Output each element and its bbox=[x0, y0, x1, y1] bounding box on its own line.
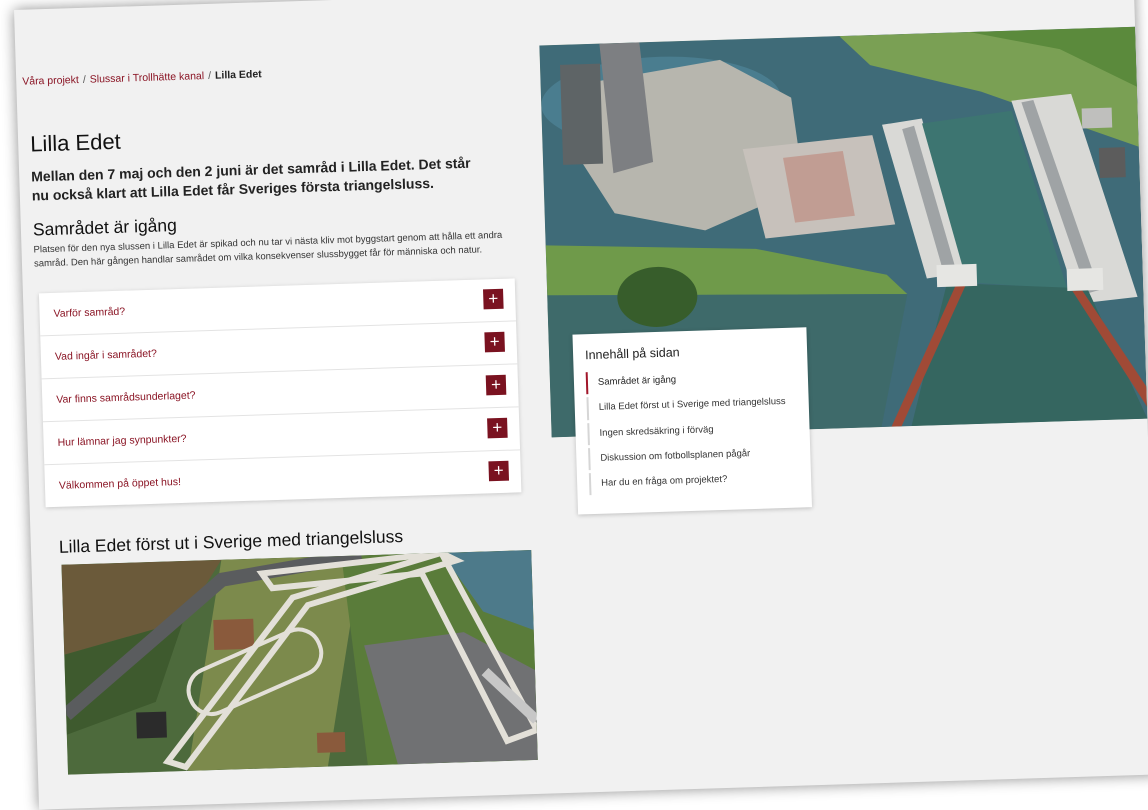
accordion-label: Vad ingår i samrådet? bbox=[54, 347, 158, 363]
toc-item-landslide[interactable]: Ingen skredsäkring i förväg bbox=[587, 416, 800, 445]
toc-item-consultation[interactable]: Samrådet är igång bbox=[585, 365, 799, 395]
plus-icon[interactable]: + bbox=[484, 331, 505, 353]
breadcrumb-current: Lilla Edet bbox=[214, 68, 262, 82]
section-title-triangle-lock: Lilla Edet först ut i Sverige med triang… bbox=[58, 526, 404, 557]
breadcrumb-link-locks[interactable]: Slussar i Trollhätte kanal bbox=[90, 70, 205, 86]
table-of-contents: Innehåll på sidan Samrådet är igång Lill… bbox=[572, 327, 813, 515]
accordion-label: Välkommen på öppet hus! bbox=[58, 475, 182, 492]
toc-item-question[interactable]: Har du en fråga om projektet? bbox=[588, 466, 802, 496]
accordion: Varför samråd? + Vad ingår i samrådet? +… bbox=[38, 278, 522, 508]
section-title-consultation: Samrådet är igång bbox=[32, 214, 178, 240]
plus-icon[interactable]: + bbox=[488, 460, 510, 482]
toc-title: Innehåll på sidan bbox=[584, 345, 680, 363]
breadcrumb: Våra projekt / Slussar i Trollhätte kanal /… bbox=[22, 68, 262, 88]
page-sheet: Våra projekt / Slussar i Trollhätte kanal /… bbox=[14, 0, 1148, 810]
toc-list: Samrådet är igång Lilla Edet först ut i … bbox=[585, 365, 802, 499]
accordion-label: Varför samråd? bbox=[53, 305, 126, 320]
page-title: Lilla Edet bbox=[29, 128, 122, 157]
breadcrumb-separator: / bbox=[207, 69, 212, 82]
accordion-label: Hur lämnar jag synpunkter? bbox=[57, 432, 187, 449]
plus-icon[interactable]: + bbox=[483, 288, 504, 310]
plus-icon[interactable]: + bbox=[485, 374, 507, 396]
lead-text: Mellan den 7 maj och den 2 juni är det s… bbox=[30, 154, 471, 204]
accordion-label: Var finns samrådsunderlaget? bbox=[56, 389, 196, 406]
breadcrumb-link-projects[interactable]: Våra projekt bbox=[22, 74, 79, 88]
breadcrumb-separator: / bbox=[82, 73, 86, 86]
aerial-map-image bbox=[61, 550, 538, 775]
toc-item-triangle-lock[interactable]: Lilla Edet först ut i Sverige med triang… bbox=[586, 390, 800, 420]
plus-icon[interactable]: + bbox=[487, 417, 508, 439]
aerial-site-illustration bbox=[61, 550, 538, 775]
toc-item-football-pitch[interactable]: Diskussion om fotbollsplanen pågår bbox=[588, 441, 801, 471]
